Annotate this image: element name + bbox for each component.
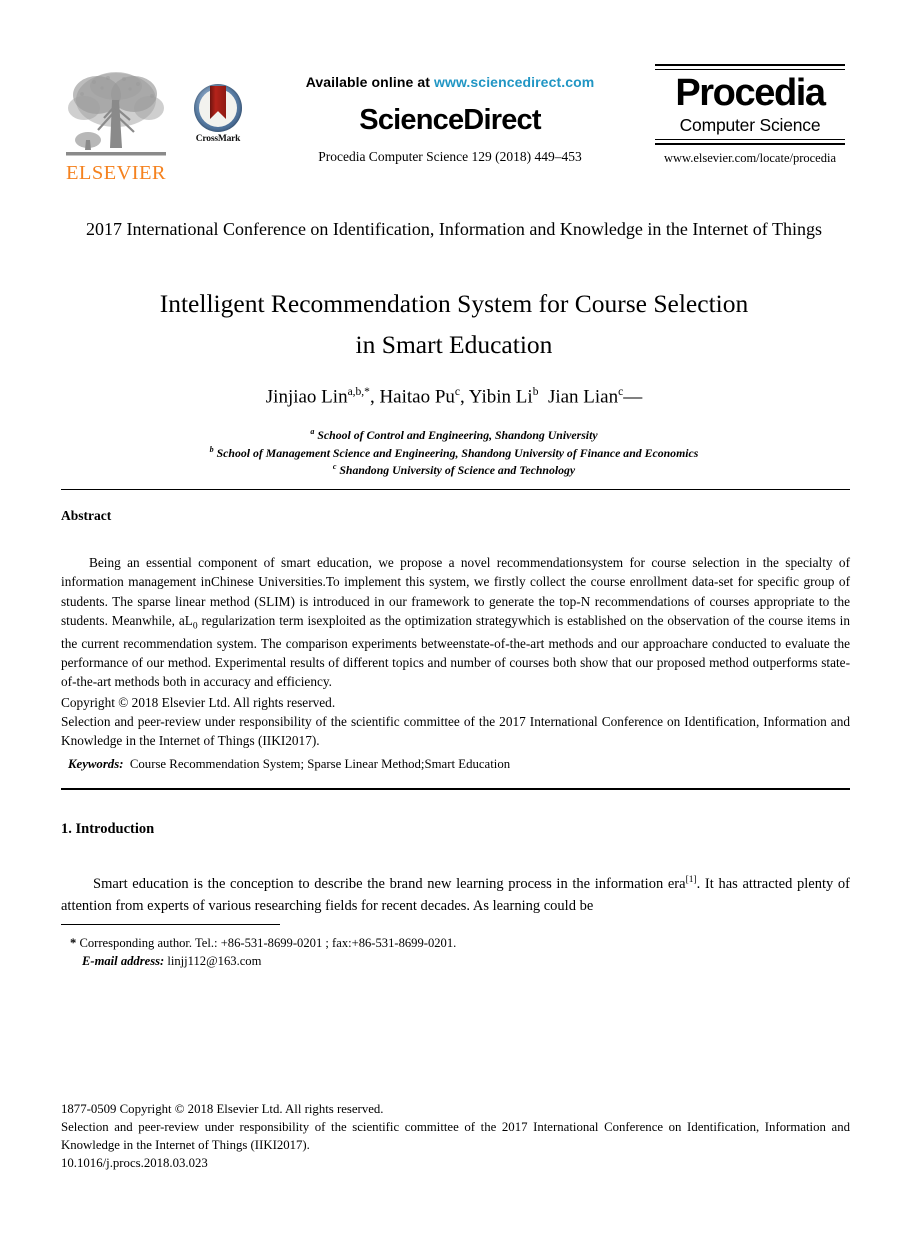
- conference-name: 2017 International Conference on Identif…: [86, 219, 822, 239]
- corresponding-author-note: * Corresponding author. Tel.: +86-531-86…: [70, 934, 670, 952]
- available-online-line: Available online at www.sciencedirect.co…: [250, 74, 650, 90]
- abstract-peer-review-line: Selection and peer-review under responsi…: [61, 714, 850, 748]
- crossmark-label: CrossMark: [195, 134, 241, 144]
- footer-issn-copyright: 1877-0509 Copyright © 2018 Elsevier Ltd.…: [61, 1102, 384, 1116]
- affiliation-text-c: Shandong University of Science and Techn…: [339, 463, 576, 478]
- sciencedirect-wordmark: ScienceDirect: [359, 104, 541, 136]
- available-online-prefix: Available online at: [305, 74, 434, 90]
- footer-peer-review: Selection and peer-review under responsi…: [61, 1120, 850, 1153]
- affiliation-c: c Shandong University of Science and Tec…: [68, 461, 840, 479]
- abstract-top-divider: [61, 489, 850, 490]
- section-heading-introduction: 1. Introduction: [61, 821, 155, 837]
- author-list: Jinjiao Lina,b,*, Haitao Puc, Yibin Lib …: [265, 386, 643, 408]
- affiliation-marker-b: b: [209, 444, 214, 454]
- paper-title-line-2: in Smart Education: [355, 330, 553, 360]
- procedia-top-rule: [655, 64, 845, 70]
- procedia-subtitle: Computer Science: [679, 114, 821, 135]
- affiliation-text-a: School of Control and Engineering, Shand…: [317, 427, 598, 442]
- footnote-block: * Corresponding author. Tel.: +86-531-86…: [70, 934, 670, 971]
- abstract-copyright-line: Copyright © 2018 Elsevier Ltd. All right…: [61, 695, 336, 710]
- sciencedirect-url-link[interactable]: www.sciencedirect.com: [434, 74, 594, 90]
- journal-masthead: ELSEVIER CrossMark Available online at w…: [0, 56, 907, 204]
- sciencedirect-block: Available online at www.sciencedirect.co…: [250, 74, 650, 165]
- journal-citation-line: Procedia Computer Science 129 (2018) 449…: [318, 149, 582, 164]
- abstract-body: Being an essential component of smart ed…: [61, 553, 850, 691]
- page-title: Intelligent Recommendation System for Co…: [68, 283, 840, 366]
- affiliation-list: a School of Control and Engineering, Sha…: [68, 426, 840, 479]
- crossmark-logo[interactable]: CrossMark: [186, 84, 250, 162]
- keywords-label: Keywords:: [68, 757, 124, 771]
- procedia-bottom-rule: [655, 138, 845, 145]
- email-label: E-mail address:: [82, 954, 165, 969]
- email-note: E-mail address: linjj112@163.com: [70, 952, 670, 970]
- procedia-title: Procedia: [675, 72, 826, 114]
- email-value[interactable]: linjj112@163.com: [164, 954, 261, 968]
- elsevier-wordmark: ELSEVIER: [66, 162, 166, 184]
- footnote-divider: [61, 924, 280, 925]
- corresponding-author-text: Corresponding author. Tel.: +86-531-8699…: [76, 936, 457, 950]
- affiliation-marker-c: c: [332, 462, 337, 472]
- keywords-value: Course Recommendation System; Sparse Lin…: [129, 757, 511, 771]
- abstract-bottom-divider: [61, 788, 850, 790]
- paper-title-line-1: Intelligent Recommendation System for Co…: [159, 289, 749, 318]
- footer-doi[interactable]: 10.1016/j.procs.2018.03.023: [61, 1154, 850, 1172]
- introduction-body: Smart education is the conception to des…: [61, 873, 850, 917]
- affiliation-marker-a: a: [310, 427, 315, 436]
- abstract-heading: Abstract: [61, 508, 112, 523]
- keywords-line: Keywords: Course Recommendation System; …: [68, 757, 848, 772]
- article-first-page: ELSEVIER CrossMark Available online at w…: [0, 0, 907, 1238]
- procedia-logo-box: Procedia Computer Science www.elsevier.c…: [655, 64, 845, 166]
- elsevier-logo: ELSEVIER: [62, 70, 170, 190]
- affiliation-b: b School of Management Science and Engin…: [68, 444, 840, 462]
- citation-reference-1[interactable]: [1]: [686, 875, 697, 885]
- page-footer: 1877-0509 Copyright © 2018 Elsevier Ltd.…: [61, 1100, 850, 1173]
- affiliation-text-b: School of Management Science and Enginee…: [216, 445, 699, 460]
- elsevier-tree-icon: [66, 72, 166, 156]
- procedia-url[interactable]: www.elsevier.com/locate/procedia: [655, 151, 845, 166]
- affiliation-a: a School of Control and Engineering, Sha…: [68, 426, 840, 444]
- abstract-copyright-block: Copyright © 2018 Elsevier Ltd. All right…: [61, 693, 850, 750]
- introduction-text-part-1: Smart education is the conception to des…: [93, 875, 686, 892]
